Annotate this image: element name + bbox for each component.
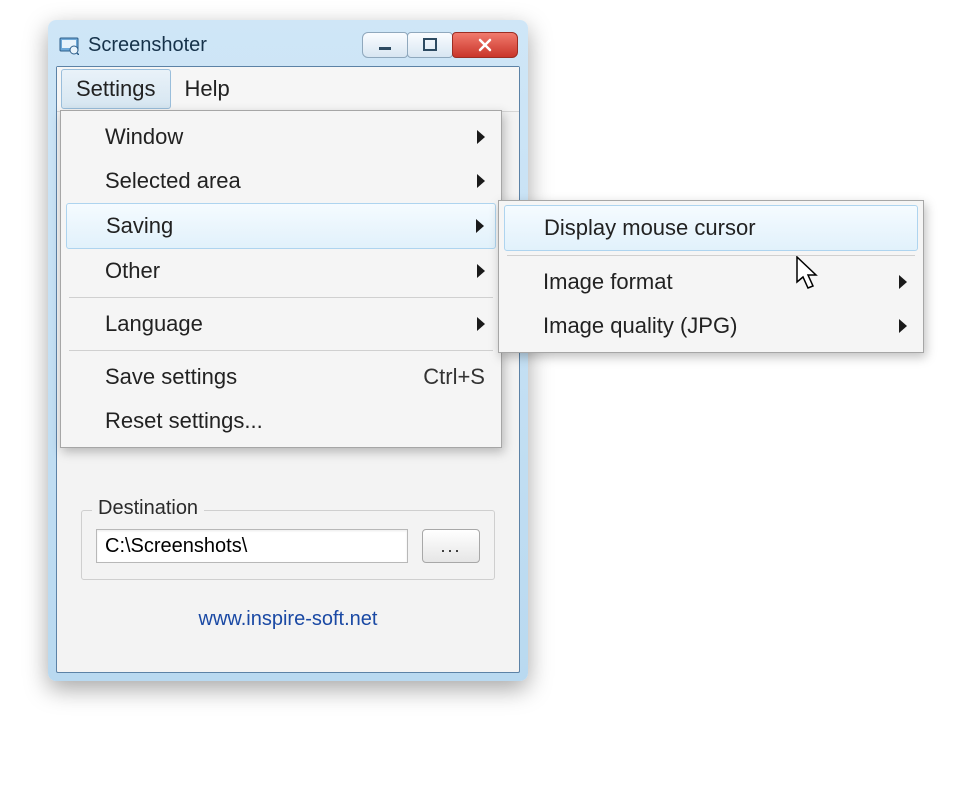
submenu-arrow-icon	[899, 275, 907, 289]
menu-separator	[69, 297, 493, 298]
app-icon	[58, 34, 80, 56]
submenu-arrow-icon	[477, 317, 485, 331]
menu-save-settings[interactable]: Save settings Ctrl+S	[63, 355, 499, 399]
submenu-display-cursor-label: Display mouse cursor	[544, 215, 906, 241]
submenu-arrow-icon	[899, 319, 907, 333]
window-controls	[363, 32, 518, 58]
menu-saving[interactable]: Saving	[66, 203, 496, 249]
menu-window-label: Window	[105, 124, 477, 150]
minimize-icon	[378, 38, 392, 52]
destination-legend: Destination	[92, 497, 204, 520]
menu-reset-settings-label: Reset settings...	[105, 408, 485, 434]
submenu-image-format-label: Image format	[543, 269, 899, 295]
saving-submenu: Display mouse cursor Image format Image …	[498, 200, 924, 353]
titlebar[interactable]: Screenshoter	[56, 28, 520, 66]
submenu-display-cursor[interactable]: Display mouse cursor	[504, 205, 918, 251]
footer-link[interactable]: www.inspire-soft.net	[81, 608, 495, 631]
minimize-button[interactable]	[362, 32, 408, 58]
menu-settings[interactable]: Settings	[61, 69, 171, 109]
menu-selected-area[interactable]: Selected area	[63, 159, 499, 203]
destination-path-input[interactable]	[96, 529, 408, 563]
close-button[interactable]	[452, 32, 518, 58]
settings-dropdown: Window Selected area Saving Other Langua…	[60, 110, 502, 448]
menu-help[interactable]: Help	[171, 70, 244, 108]
submenu-arrow-icon	[477, 174, 485, 188]
menu-selected-area-label: Selected area	[105, 168, 477, 194]
menu-separator	[69, 350, 493, 351]
menu-window[interactable]: Window	[63, 115, 499, 159]
browse-button[interactable]: ...	[422, 529, 480, 563]
submenu-arrow-icon	[476, 219, 484, 233]
menu-reset-settings[interactable]: Reset settings...	[63, 399, 499, 443]
submenu-arrow-icon	[477, 130, 485, 144]
menu-separator	[507, 255, 915, 256]
maximize-button[interactable]	[407, 32, 453, 58]
menu-language-label: Language	[105, 311, 477, 337]
submenu-arrow-icon	[477, 264, 485, 278]
window-title: Screenshoter	[88, 34, 363, 57]
destination-group: Destination ...	[81, 510, 495, 580]
menu-save-settings-label: Save settings	[105, 364, 423, 390]
menu-save-settings-accel: Ctrl+S	[423, 364, 485, 390]
submenu-image-quality-label: Image quality (JPG)	[543, 313, 899, 339]
menu-language[interactable]: Language	[63, 302, 499, 346]
menu-saving-label: Saving	[106, 213, 476, 239]
menu-other-label: Other	[105, 258, 477, 284]
submenu-image-format[interactable]: Image format	[501, 260, 921, 304]
close-icon	[477, 37, 493, 53]
maximize-icon	[423, 38, 437, 52]
menubar: Settings Help	[57, 67, 519, 112]
submenu-image-quality[interactable]: Image quality (JPG)	[501, 304, 921, 348]
menu-other[interactable]: Other	[63, 249, 499, 293]
